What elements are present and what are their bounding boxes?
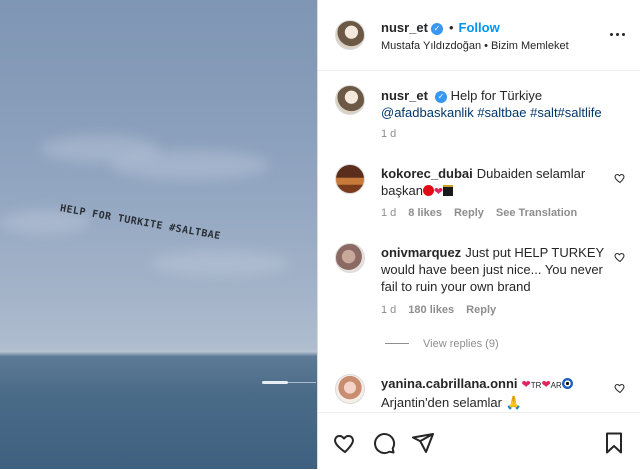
- hashtag-links[interactable]: #saltbae #salt#saltlife: [477, 105, 601, 120]
- header-subtitle[interactable]: Mustafa Yıldızdoğan • Bizim Memleket: [381, 40, 569, 52]
- like-comment-heart-icon[interactable]: [614, 251, 626, 263]
- avatar[interactable]: [335, 85, 365, 115]
- header-username[interactable]: nusr_et: [381, 20, 428, 35]
- reply-button[interactable]: Reply: [454, 207, 484, 219]
- view-replies-button[interactable]: View replies (9): [385, 338, 499, 350]
- like-comment-heart-icon[interactable]: [614, 382, 626, 394]
- verified-badge-icon: ✓: [430, 23, 443, 35]
- caption-text: nusr_et ✓ Help for Türkiye @afadbaskanlik…: [381, 87, 621, 121]
- post-side-panel: nusr_et ✓ • Follow Mustafa Yıldızdoğan • Bi…: [317, 0, 640, 469]
- red-heart-emoji-icon: ❤: [433, 186, 444, 198]
- avatar[interactable]: [335, 374, 365, 404]
- heart-icon[interactable]: [333, 431, 357, 455]
- evil-eye-emoji-icon: [561, 378, 573, 389]
- comment-time[interactable]: 1 d: [381, 304, 396, 316]
- avatar[interactable]: [335, 164, 365, 194]
- more-options-icon[interactable]: [610, 27, 628, 41]
- comment-meta: 1 d 180 likes Reply: [381, 304, 508, 316]
- boat-shape: [262, 381, 288, 384]
- caption-body: Help for Türkiye: [450, 88, 543, 103]
- avatar[interactable]: [335, 20, 365, 50]
- comment-text: yanina.cabrillana.onni ❤TR❤AR Arjantin'de…: [381, 375, 611, 411]
- divider-line: [385, 343, 409, 344]
- comment-username[interactable]: kokorec_dubai: [381, 166, 473, 181]
- mention-link[interactable]: @afadbaskanlik: [381, 105, 474, 120]
- post-header: nusr_et ✓ • Follow Mustafa Yıldızdoğan • Bi…: [318, 0, 640, 71]
- view-replies-label: View replies (9): [423, 338, 499, 350]
- share-icon[interactable]: [411, 431, 435, 455]
- comment-username[interactable]: yanina.cabrillana.onni: [381, 376, 518, 391]
- kaaba-emoji-icon: [443, 185, 454, 196]
- boat-wake: [286, 382, 316, 383]
- comment-likes[interactable]: 8 likes: [408, 207, 442, 219]
- comment-icon[interactable]: [372, 431, 396, 455]
- flag-tr-label: TR: [530, 381, 542, 390]
- post-photo[interactable]: HELP FOR TURKITE #SALTBAE: [0, 0, 317, 469]
- comment-username[interactable]: onivmarquez: [381, 245, 461, 260]
- avatar[interactable]: [335, 243, 365, 273]
- post-actions-bar: [318, 412, 640, 470]
- header-title-row: nusr_et ✓ • Follow: [381, 20, 500, 35]
- comments-list[interactable]: nusr_et ✓ Help for Türkiye @afadbaskanlik…: [318, 70, 640, 412]
- comment-likes[interactable]: 180 likes: [408, 304, 454, 316]
- separator-dot: •: [448, 20, 454, 35]
- verified-badge-icon: ✓: [434, 91, 447, 103]
- cloud-shape: [110, 150, 270, 180]
- flag-ar-label: AR: [550, 381, 562, 390]
- caption-time[interactable]: 1 d: [381, 128, 396, 140]
- comment-meta: 1 d 8 likes Reply See Translation: [381, 207, 589, 219]
- praying-hands-emoji-icon: 🙏: [505, 395, 522, 410]
- comment-text: onivmarquez Just put HELP TURKEY would ha…: [381, 244, 609, 295]
- caption-meta: 1 d: [381, 128, 408, 140]
- red-heart-emoji-icon: ❤: [541, 379, 551, 391]
- comment-time[interactable]: 1 d: [381, 207, 396, 219]
- flag-icon: [422, 185, 434, 196]
- caption-username[interactable]: nusr_et: [381, 88, 428, 103]
- comment-body: Arjantin'den selamlar: [381, 395, 502, 410]
- see-translation-button[interactable]: See Translation: [496, 207, 577, 219]
- comment-text: kokorec_dubai Dubaiden selamlar başkan ❤: [381, 165, 596, 201]
- cloud-shape: [150, 250, 290, 276]
- bookmark-icon[interactable]: [602, 431, 626, 455]
- red-heart-emoji-icon: ❤: [521, 379, 531, 391]
- follow-button[interactable]: Follow: [459, 20, 500, 35]
- like-comment-heart-icon[interactable]: [614, 172, 626, 184]
- reply-button[interactable]: Reply: [466, 304, 496, 316]
